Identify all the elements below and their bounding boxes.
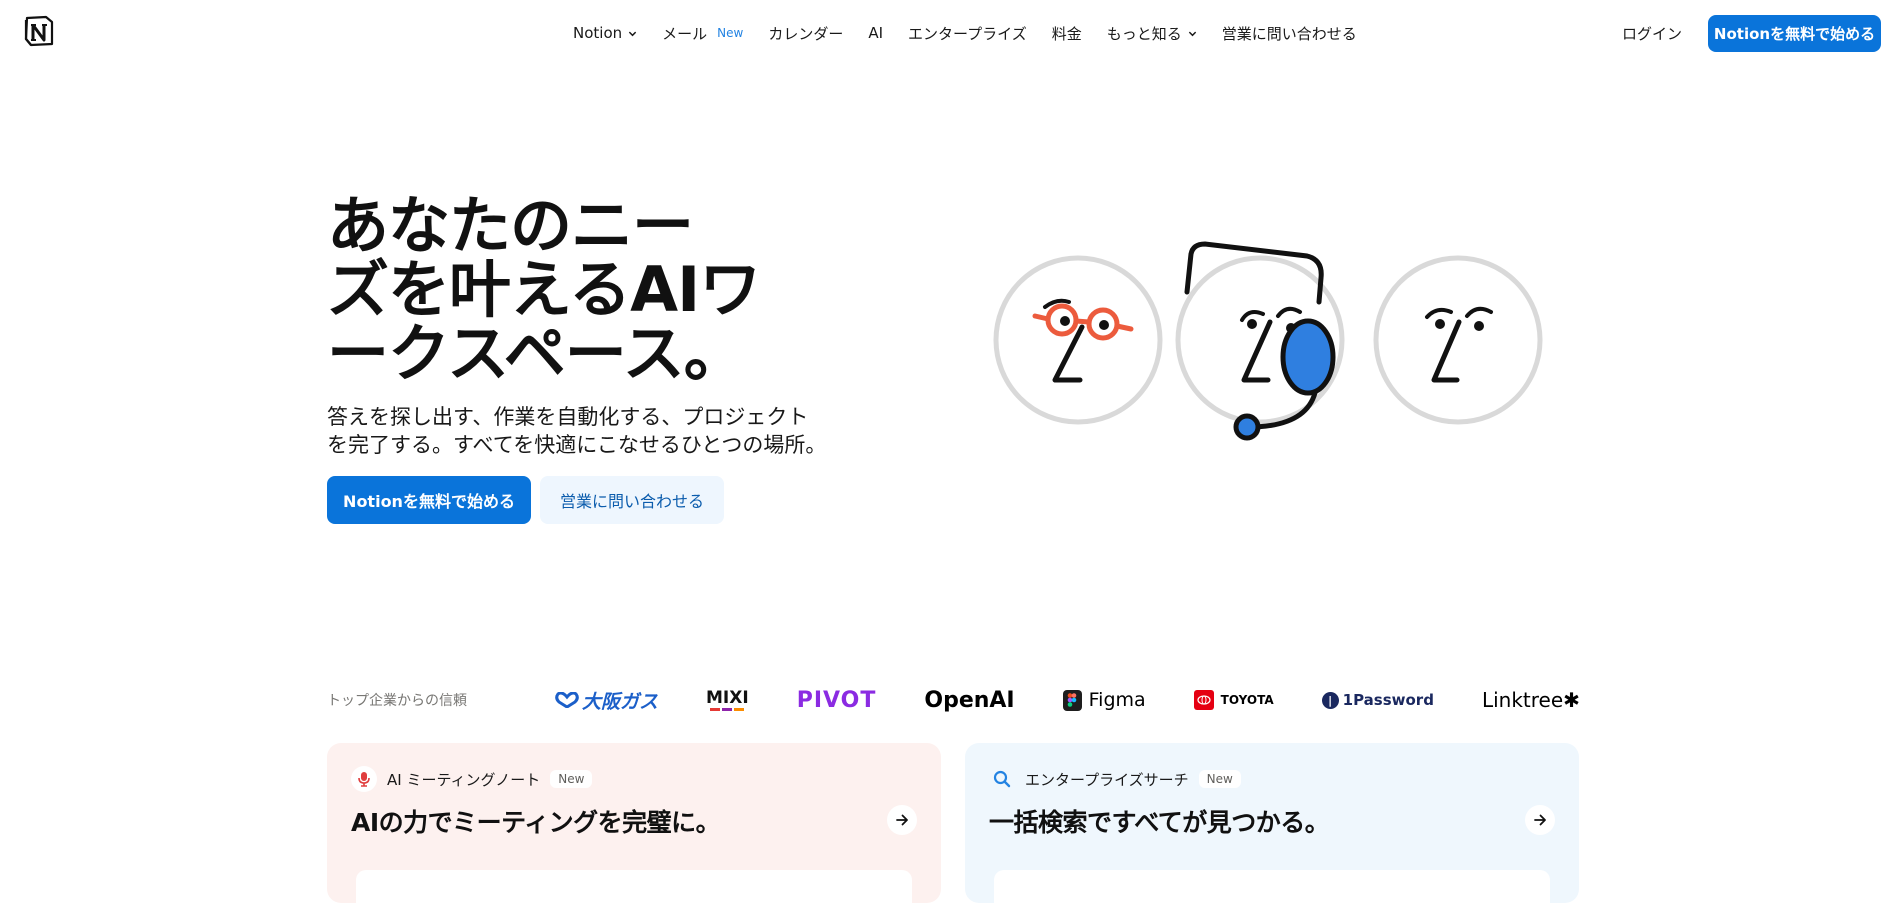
logo-text: Figma: [1088, 689, 1146, 711]
microphone-icon: [351, 766, 377, 792]
card-tag: エンタープライズサーチ New: [989, 766, 1241, 792]
logo-text: 1Password: [1342, 691, 1434, 709]
card-preview: [356, 870, 912, 910]
figma-mark-icon: [1062, 689, 1082, 711]
arrow-right-icon[interactable]: [1525, 805, 1555, 835]
nav-item-label: エンタープライズ: [908, 24, 1027, 43]
nav-item-pricing[interactable]: 料金: [1052, 23, 1082, 44]
nav-item-label: メール: [662, 24, 708, 43]
chevron-down-icon: [628, 31, 637, 36]
figma-logo: Figma: [1062, 689, 1146, 711]
customer-logos: 大阪ガス MIXI PIVOT OpenAI Figma TOYOTA | 1P…: [555, 680, 1580, 720]
openai-logo: OpenAI: [924, 687, 1015, 713]
nav-item-label: Notion: [573, 24, 623, 42]
osaka-gas-logo: 大阪ガス: [555, 687, 658, 714]
hero-subtitle-line: 答えを探し出す、作業を自動化する、プロジェクト: [327, 405, 809, 429]
enterprise-search-card[interactable]: エンタープライズサーチ New 一括検索ですべてが見つかる。: [965, 743, 1579, 910]
card-title: 一括検索ですべてが見つかる。: [989, 808, 1330, 837]
osaka-gas-mark-icon: [555, 692, 579, 708]
logo-text: MIXI: [706, 687, 749, 708]
logo-text: 大阪ガス: [582, 690, 659, 713]
nav-item-mail[interactable]: メール New: [662, 23, 743, 44]
search-icon: [989, 766, 1015, 792]
hero-subtitle-line: を完了する。すべてを快適にこなせるひとつの場所。: [327, 433, 827, 457]
card-tag-label: AI ミーティングノート: [387, 770, 541, 789]
hero-get-notion-free-button[interactable]: Notionを無料で始める: [327, 476, 531, 524]
new-badge: New: [1198, 770, 1241, 788]
hero-title-line: ズを叶えるAIワ: [327, 253, 761, 326]
ai-meeting-notes-card[interactable]: AI ミーティングノート New AIの力でミーティングを完璧に。: [327, 743, 941, 910]
1password-mark-icon: |: [1321, 691, 1339, 709]
hero-title-line: あなたのニー: [327, 189, 694, 262]
hero-contact-sales-button[interactable]: 営業に問い合わせる: [540, 476, 724, 524]
hero-subtitle: 答えを探し出す、作業を自動化する、プロジェクト を完了する。すべてを快適にこなせ…: [327, 403, 847, 459]
card-tag: AI ミーティングノート New: [351, 766, 593, 792]
hero-title: あなたのニー ズを叶えるAIワ ークスペース。: [327, 194, 807, 386]
chevron-down-icon: [1188, 31, 1196, 36]
logo-text: TOYOTA: [1220, 693, 1274, 707]
nav-item-learn-more[interactable]: もっと知る: [1107, 23, 1197, 44]
nav-item-label: AI: [868, 24, 884, 42]
nav-item-calendar[interactable]: カレンダー: [768, 23, 843, 44]
new-badge: New: [717, 26, 744, 40]
nav-item-contact-sales[interactable]: 営業に問い合わせる: [1222, 23, 1357, 44]
nav-item-ai[interactable]: AI: [868, 24, 883, 42]
mixi-logo: MIXI: [706, 687, 749, 711]
main-nav: Notion メール New カレンダー AI エンタープライズ 料金 もっと知…: [573, 0, 1382, 66]
nav-item-label: 営業に問い合わせる: [1221, 24, 1357, 43]
get-notion-free-button[interactable]: Notionを無料で始める: [1708, 15, 1881, 52]
nav-item-enterprise[interactable]: エンタープライズ: [908, 23, 1027, 44]
linktree-logo: Linktree✱: [1481, 688, 1580, 712]
login-link[interactable]: ログイン: [1622, 0, 1682, 66]
nav-item-label: 料金: [1051, 24, 1082, 43]
mixi-color-bars: [710, 707, 745, 711]
hero-faces-illustration: [993, 241, 1543, 441]
nav-item-label: もっと知る: [1106, 24, 1182, 43]
toyota-mark-icon: [1193, 690, 1214, 710]
1password-logo: | 1Password: [1321, 691, 1434, 709]
hero-title-line: ークスペース。: [327, 317, 746, 390]
new-badge: New: [550, 770, 593, 788]
nav-item-label: カレンダー: [768, 24, 844, 43]
notion-logo-icon[interactable]: [22, 14, 56, 48]
trusted-by-label: トップ企業からの信頼: [327, 693, 467, 709]
card-preview: [994, 870, 1550, 910]
card-title: AIの力でミーティングを完璧に。: [351, 808, 721, 837]
toyota-logo: TOYOTA: [1193, 690, 1274, 710]
card-tag-label: エンタープライズサーチ: [1025, 770, 1189, 789]
arrow-right-icon[interactable]: [887, 805, 917, 835]
pivot-logo: PIVOT: [796, 687, 877, 713]
site-header: Notion メール New カレンダー AI エンタープライズ 料金 もっと知…: [0, 0, 1900, 66]
nav-item-notion[interactable]: Notion: [573, 24, 637, 42]
